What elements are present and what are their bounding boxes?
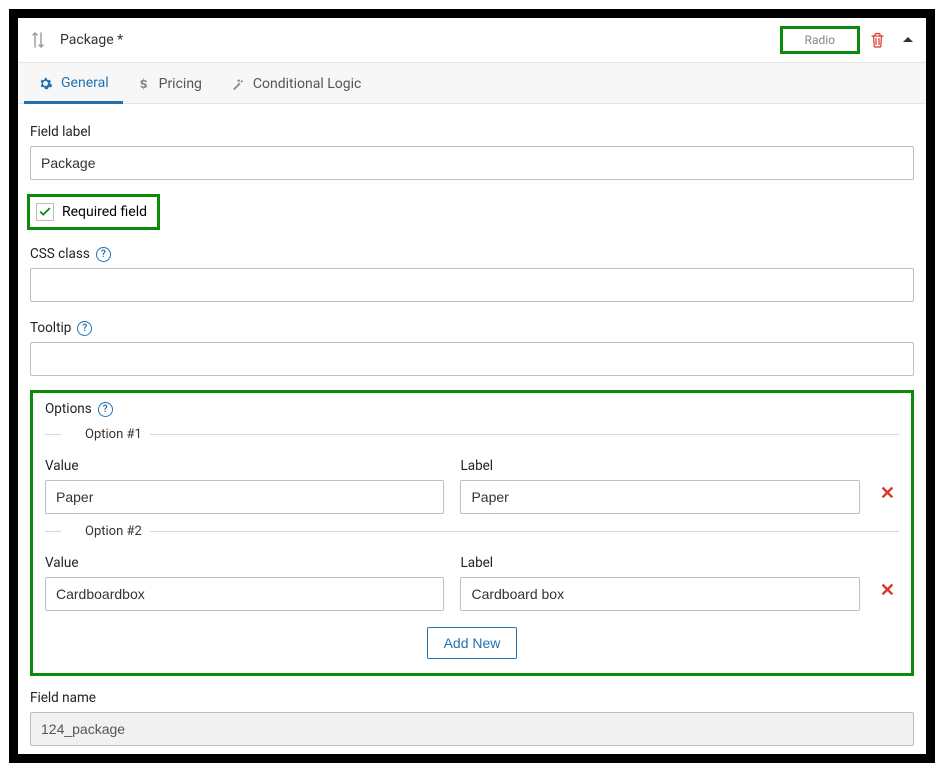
remove-option-button[interactable]: ✕ [876, 580, 899, 611]
option-label-input[interactable] [460, 480, 859, 514]
tooltip-label: Tooltip ? [30, 320, 914, 336]
field-title: Package * [60, 32, 123, 48]
option-legend: Option #1 [45, 427, 899, 442]
delete-button[interactable] [870, 32, 886, 48]
help-icon[interactable]: ? [77, 321, 92, 336]
add-new-option-button[interactable]: Add New [427, 627, 518, 659]
option-value-input[interactable] [45, 577, 444, 611]
wand-icon [230, 77, 245, 92]
field-header: Package * Radio [18, 18, 926, 63]
tab-pricing[interactable]: Pricing [123, 64, 216, 102]
tab-general[interactable]: General [24, 63, 123, 104]
field-name-label: Field name [30, 690, 914, 706]
collapse-toggle[interactable] [902, 34, 914, 46]
css-class-input[interactable] [30, 268, 914, 302]
field-label-input[interactable] [30, 146, 914, 180]
help-icon[interactable]: ? [98, 402, 113, 417]
css-class-label: CSS class ? [30, 246, 914, 262]
options-section-label: Options ? [45, 401, 899, 417]
option-legend: Option #2 [45, 524, 899, 539]
tooltip-input[interactable] [30, 342, 914, 376]
dollar-icon [137, 77, 151, 91]
tab-label: Conditional Logic [253, 76, 361, 92]
gear-icon [38, 76, 53, 91]
remove-option-button[interactable]: ✕ [876, 483, 899, 514]
option-label-label: Label [460, 458, 859, 474]
options-section: Options ? Option #1 Value Label ✕ Option… [30, 390, 914, 676]
tab-label: General [61, 75, 109, 91]
field-type-badge: Radio [780, 26, 860, 54]
option-label-label: Label [460, 555, 859, 571]
option-row: Value Label ✕ [45, 448, 899, 514]
help-icon[interactable]: ? [96, 247, 111, 262]
required-field-label: Required field [62, 204, 147, 220]
checkbox-checked-icon [36, 203, 54, 221]
option-label-input[interactable] [460, 577, 859, 611]
tab-label: Pricing [159, 76, 202, 92]
option-value-label: Value [45, 555, 444, 571]
drag-handle-icon[interactable] [32, 32, 46, 48]
option-value-label: Value [45, 458, 444, 474]
tab-conditional-logic[interactable]: Conditional Logic [216, 64, 375, 102]
required-field-toggle[interactable]: Required field [27, 194, 160, 230]
option-row: Value Label ✕ [45, 545, 899, 611]
field-label-label: Field label [30, 124, 914, 140]
option-value-input[interactable] [45, 480, 444, 514]
tabs: General Pricing Conditional Logic [18, 63, 926, 104]
field-name-input [30, 712, 914, 746]
